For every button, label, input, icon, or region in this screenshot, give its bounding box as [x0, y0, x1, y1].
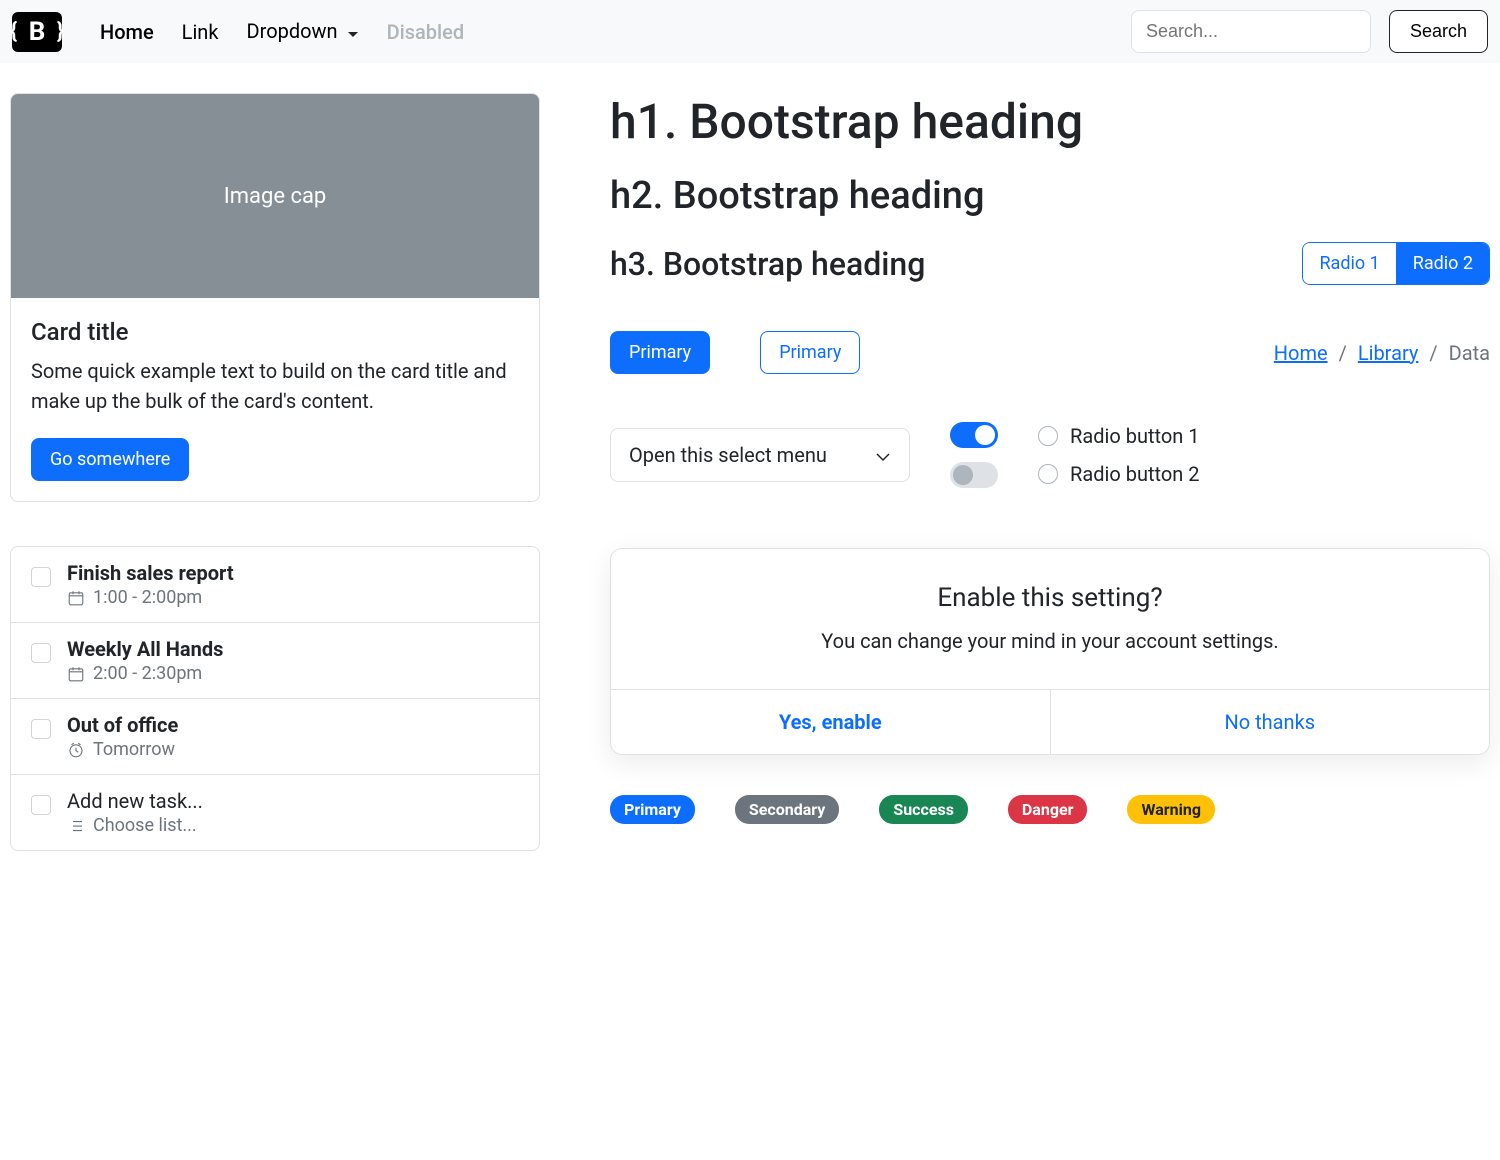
task-checkbox[interactable] [31, 719, 51, 739]
modal-title: Enable this setting? [651, 583, 1449, 613]
calendar-icon [67, 665, 85, 683]
task-checkbox[interactable] [31, 567, 51, 587]
navbar: B Home Link Dropdown Disabled Search [0, 0, 1500, 63]
radio-input-1[interactable] [1038, 426, 1058, 446]
badge-primary: Primary [610, 795, 695, 824]
nav-disabled: Disabled [387, 20, 465, 44]
toggle-switch-1[interactable] [950, 422, 998, 448]
heading-h2: h2. Bootstrap heading [610, 174, 1490, 218]
toggle-switch-2[interactable] [950, 462, 998, 488]
chevron-down-icon [875, 443, 891, 467]
outline-primary-button[interactable]: Primary [760, 331, 860, 374]
heading-h3: h3. Bootstrap heading [610, 245, 925, 283]
task-list: Finish sales report 1:00 - 2:00pm Weekly… [10, 546, 540, 851]
toggle-group [950, 422, 998, 488]
brand-logo[interactable]: B [12, 12, 62, 52]
brand-letter: B [29, 17, 46, 47]
radio-input-2[interactable] [1038, 464, 1058, 484]
nav-dropdown-label: Dropdown [247, 19, 338, 43]
radio-1[interactable]: Radio 1 [1303, 243, 1396, 284]
modal-text: You can change your mind in your account… [651, 627, 1449, 655]
select-label: Open this select menu [629, 443, 827, 467]
card-text: Some quick example text to build on the … [31, 356, 519, 416]
task-row[interactable]: Out of office Tomorrow [11, 699, 539, 775]
confirm-modal: Enable this setting? You can change your… [610, 548, 1490, 755]
example-card: Image cap Card title Some quick example … [10, 93, 540, 502]
nav-items: Home Link Dropdown Disabled [100, 19, 464, 45]
badge-row: Primary Secondary Success Danger Warning [610, 795, 1490, 824]
badge-success: Success [879, 795, 968, 824]
breadcrumb-home[interactable]: Home [1274, 341, 1328, 365]
card-image-cap: Image cap [11, 94, 539, 298]
breadcrumb: Home / Library / Data [1274, 341, 1490, 365]
task-row[interactable]: Finish sales report 1:00 - 2:00pm [11, 547, 539, 623]
radio-2[interactable]: Radio 2 [1397, 243, 1489, 284]
radio-label-1: Radio button 1 [1070, 424, 1200, 448]
radio-button-group: Radio 1 Radio 2 [1302, 242, 1490, 285]
task-checkbox[interactable] [31, 795, 51, 815]
breadcrumb-current: Data [1449, 341, 1490, 365]
card-go-button[interactable]: Go somewhere [31, 438, 189, 481]
badge-warning: Warning [1127, 795, 1214, 824]
task-checkbox[interactable] [31, 643, 51, 663]
clock-icon [67, 741, 85, 759]
nav-link[interactable]: Link [182, 20, 219, 44]
nav-home[interactable]: Home [100, 20, 154, 44]
breadcrumb-sep: / [1339, 341, 1347, 365]
radio-label-2: Radio button 2 [1070, 462, 1200, 486]
modal-confirm-button[interactable]: Yes, enable [611, 690, 1051, 754]
radio-list: Radio button 1 Radio button 2 [1038, 424, 1200, 486]
badge-danger: Danger [1008, 795, 1088, 824]
breadcrumb-library[interactable]: Library [1358, 341, 1419, 365]
search-input[interactable] [1131, 10, 1371, 53]
badge-secondary: Secondary [735, 795, 839, 824]
breadcrumb-sep: / [1429, 341, 1437, 365]
select-menu[interactable]: Open this select menu [610, 428, 910, 482]
task-row[interactable]: Weekly All Hands 2:00 - 2:30pm [11, 623, 539, 699]
nav-dropdown[interactable]: Dropdown [247, 19, 359, 45]
task-row-add[interactable]: Add new task... Choose list... [11, 775, 539, 850]
card-title: Card title [31, 318, 519, 346]
task-title: Weekly All Hands [67, 637, 223, 661]
calendar-icon [67, 589, 85, 607]
task-time: Tomorrow [93, 739, 175, 760]
list-icon [67, 817, 85, 835]
task-title: Out of office [67, 713, 178, 737]
task-add-title: Add new task... [67, 789, 203, 813]
heading-h1: h1. Bootstrap heading [610, 93, 1490, 150]
caret-down-icon [347, 20, 359, 44]
search-button[interactable]: Search [1389, 10, 1488, 53]
task-time: 2:00 - 2:30pm [93, 663, 202, 684]
modal-cancel-button[interactable]: No thanks [1051, 690, 1490, 754]
task-sub-choose: Choose list... [93, 815, 197, 836]
task-title: Finish sales report [67, 561, 234, 585]
primary-button[interactable]: Primary [610, 331, 710, 374]
task-time: 1:00 - 2:00pm [93, 587, 202, 608]
